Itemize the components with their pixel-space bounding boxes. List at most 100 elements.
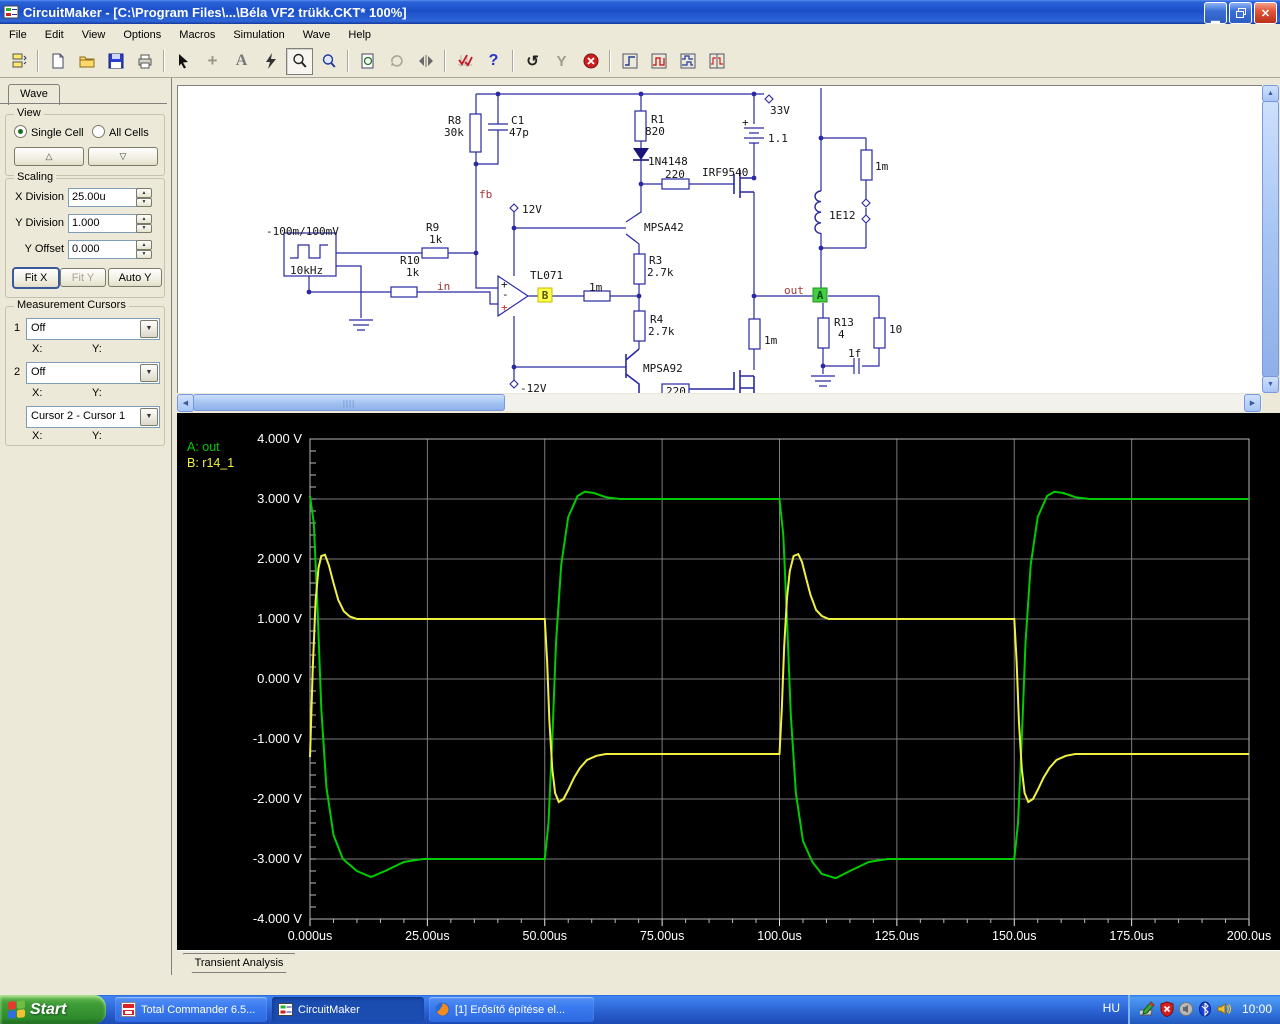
cursor1-select[interactable]: Off ▼ bbox=[26, 318, 160, 340]
svg-text:+: + bbox=[501, 301, 508, 314]
parts-browser-button[interactable] bbox=[5, 48, 32, 75]
spin-down-icon[interactable]: ▼ bbox=[136, 197, 152, 207]
radio-all-cells[interactable]: All Cells bbox=[92, 125, 149, 139]
spin-down-icon[interactable]: ▼ bbox=[136, 223, 152, 233]
spin-down-icon[interactable]: ▼ bbox=[136, 249, 152, 259]
waveform-panel[interactable]: 4.000 V 3.000 V 2.000 V 1.000 V 0.000 V -1.00… bbox=[177, 413, 1280, 950]
save-file-button[interactable] bbox=[102, 48, 129, 75]
task-total-commander[interactable]: Total Commander 6.5... bbox=[115, 997, 267, 1022]
task-circuitmaker[interactable]: CircuitMaker bbox=[272, 997, 424, 1022]
schematic-horizontal-scrollbar[interactable]: ◀ |||| ▶ bbox=[177, 394, 1262, 412]
y-offset-input[interactable]: 0.000 bbox=[68, 240, 137, 259]
scaling-group-label: Scaling bbox=[14, 171, 57, 183]
y-division-input[interactable]: 1.000 bbox=[68, 214, 137, 233]
open-file-button[interactable] bbox=[73, 48, 100, 75]
scroll-up-button[interactable]: ▲ bbox=[1262, 85, 1279, 102]
tab-divider bbox=[0, 103, 167, 104]
security-alert-shield-icon[interactable] bbox=[1159, 1001, 1175, 1017]
scope-multitrace-icon bbox=[680, 53, 695, 69]
scroll-left-button[interactable]: ◀ bbox=[177, 394, 194, 412]
new-file-button[interactable] bbox=[44, 48, 71, 75]
spin-up-icon[interactable]: ▲ bbox=[136, 188, 152, 198]
scope-step-button[interactable] bbox=[616, 48, 643, 75]
language-indicator[interactable]: HU bbox=[1103, 1001, 1120, 1015]
spin-up-icon[interactable]: ▲ bbox=[136, 214, 152, 224]
svg-text:10: 10 bbox=[889, 323, 902, 336]
reset-button[interactable]: ↺ bbox=[519, 48, 546, 75]
x-division-input[interactable]: 25.00u bbox=[68, 188, 137, 207]
x-division-spinner[interactable]: ▲ ▼ bbox=[136, 188, 152, 207]
volume-icon[interactable] bbox=[1216, 1001, 1232, 1017]
scope-split-button[interactable] bbox=[703, 48, 730, 75]
split-view-button[interactable] bbox=[412, 48, 439, 75]
vertical-scroll-thumb[interactable] bbox=[1262, 101, 1279, 377]
menu-edit[interactable]: Edit bbox=[36, 27, 73, 43]
volume-gray-icon[interactable] bbox=[1178, 1001, 1194, 1017]
menu-view[interactable]: View bbox=[73, 27, 115, 43]
scroll-down-button[interactable]: ▼ bbox=[1262, 376, 1279, 393]
cell-up-button[interactable]: △ bbox=[14, 147, 84, 166]
save-floppy-icon bbox=[108, 53, 123, 69]
stop-button[interactable] bbox=[577, 48, 604, 75]
menu-wave[interactable]: Wave bbox=[294, 27, 340, 43]
cell-down-button[interactable]: ▽ bbox=[88, 147, 158, 166]
zoom-tool-button[interactable] bbox=[286, 47, 313, 75]
spin-up-icon[interactable]: ▲ bbox=[136, 240, 152, 250]
toolbar: + A ? ↺ Y bbox=[0, 45, 1280, 78]
fit-y-button[interactable]: Fit Y bbox=[60, 268, 106, 287]
scroll-right-button[interactable]: ▶ bbox=[1244, 394, 1261, 412]
svg-text:30k: 30k bbox=[444, 126, 464, 139]
restore-button[interactable] bbox=[1229, 2, 1252, 24]
graphics-tablet-icon[interactable] bbox=[1140, 1001, 1156, 1017]
scope-multitrace-button[interactable] bbox=[674, 48, 701, 75]
preview-button[interactable] bbox=[354, 48, 381, 75]
menu-help[interactable]: Help bbox=[339, 27, 380, 43]
schematic-svg[interactable]: R830kC147pfb12V-100m/100mV10kHzR91kR101k… bbox=[178, 86, 1263, 398]
task-label: [1] Erősítő építése el... bbox=[455, 1003, 566, 1016]
svg-text:1m: 1m bbox=[589, 281, 603, 294]
print-button[interactable] bbox=[131, 48, 158, 75]
menu-file[interactable]: File bbox=[0, 27, 36, 43]
scope-split-icon bbox=[709, 53, 724, 69]
select-arrow-button[interactable] bbox=[170, 48, 197, 75]
plus-icon: + bbox=[207, 51, 218, 70]
triangle-down-icon: ▽ bbox=[119, 151, 127, 161]
task-firefox-erosito[interactable]: [1] Erősítő építése el... bbox=[429, 997, 594, 1022]
wire-tool-button[interactable] bbox=[257, 48, 284, 75]
tab-wave[interactable]: Wave bbox=[8, 84, 60, 105]
probe-tool-button[interactable]: Y bbox=[548, 48, 575, 75]
schematic-canvas[interactable]: R8 30k C1 47p fb 12V -100m/100mV 10kHz R9 1k R10 1k… bbox=[177, 85, 1263, 398]
help-button[interactable]: ? bbox=[480, 48, 507, 75]
y-offset-spinner[interactable]: ▲ ▼ bbox=[136, 240, 152, 259]
minimize-button[interactable]: ▁ bbox=[1204, 2, 1227, 24]
close-button[interactable]: ✕ bbox=[1254, 2, 1277, 24]
zoom-window-button[interactable] bbox=[315, 48, 342, 75]
waveform-svg[interactable]: 4.000 V 3.000 V 2.000 V 1.000 V 0.000 V -1.00… bbox=[177, 413, 1280, 950]
chevron-down-icon[interactable]: ▼ bbox=[140, 364, 158, 382]
chevron-down-icon[interactable]: ▼ bbox=[140, 408, 158, 426]
start-button[interactable]: Start bbox=[0, 995, 106, 1024]
rotate-button[interactable] bbox=[383, 48, 410, 75]
title-bar[interactable]: CircuitMaker - [C:\Program Files\...\Bél… bbox=[0, 0, 1280, 24]
menu-macros[interactable]: Macros bbox=[170, 27, 224, 43]
menu-options[interactable]: Options bbox=[114, 27, 170, 43]
radio-single-cell[interactable]: Single Cell bbox=[14, 125, 84, 139]
scope-pulse-button[interactable] bbox=[645, 48, 672, 75]
fit-x-button[interactable]: Fit X bbox=[12, 267, 60, 289]
cursor-diff-select[interactable]: Cursor 2 - Cursor 1 ▼ bbox=[26, 406, 160, 428]
schematic-vertical-scrollbar[interactable]: ▲ ▼ bbox=[1262, 85, 1279, 393]
menu-simulation[interactable]: Simulation bbox=[224, 27, 293, 43]
chevron-down-icon[interactable]: ▼ bbox=[140, 320, 158, 338]
run-simulation-button[interactable] bbox=[451, 48, 478, 75]
y-division-spinner[interactable]: ▲ ▼ bbox=[136, 214, 152, 233]
add-part-button[interactable]: + bbox=[199, 48, 226, 75]
bluetooth-icon[interactable] bbox=[1197, 1001, 1213, 1017]
tab-transient-analysis[interactable]: Transient Analysis bbox=[183, 953, 295, 973]
svg-text:-: - bbox=[502, 288, 509, 301]
text-tool-button[interactable]: A bbox=[228, 48, 255, 75]
cursor2-select[interactable]: Off ▼ bbox=[26, 362, 160, 384]
horizontal-scroll-thumb[interactable]: |||| bbox=[193, 394, 505, 411]
y-tick-label: 1.000 V bbox=[257, 611, 302, 626]
auto-y-button[interactable]: Auto Y bbox=[108, 268, 162, 287]
clock[interactable]: 10:00 bbox=[1242, 1002, 1272, 1016]
